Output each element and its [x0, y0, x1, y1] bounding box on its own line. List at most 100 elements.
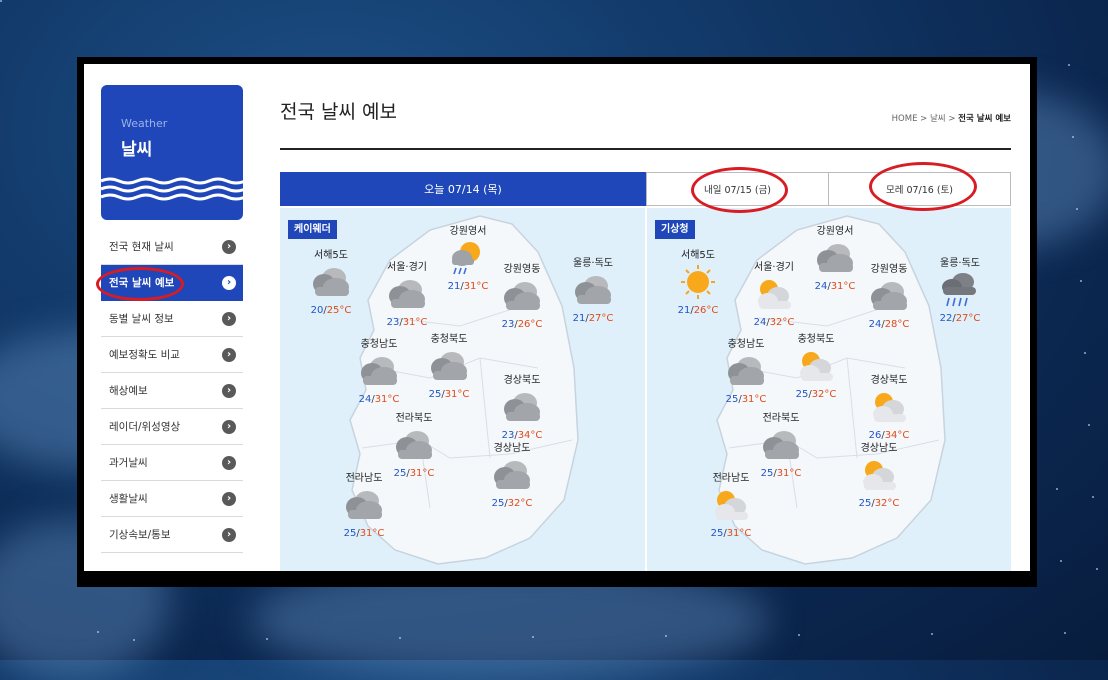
cloudy-icon — [344, 352, 414, 393]
cloudy-icon — [746, 426, 816, 467]
star — [1068, 64, 1070, 66]
sidebar-item-past-weather[interactable]: 과거날씨 › — [101, 445, 243, 481]
sidebar-item-label: 동별 날씨 정보 — [109, 313, 174, 325]
city-forecast: 울릉·독도 22/27°C — [925, 254, 995, 324]
temp-max: 31°C — [830, 281, 856, 292]
cloudy-icon — [477, 456, 547, 497]
star — [665, 635, 667, 637]
region-name: 전라남도 — [345, 473, 383, 484]
sidebar-item-district-weather[interactable]: 동별 날씨 정보 › — [101, 301, 243, 337]
region-name: 서해5도 — [681, 250, 715, 261]
temp-min: 25 — [343, 528, 357, 539]
temperature: 20/25°C — [296, 305, 366, 316]
region-name: 경상북도 — [503, 375, 541, 386]
city-forecast: 경상북도 23/34°C — [487, 371, 557, 441]
temp-min: 25 — [710, 528, 724, 539]
tab-label: 오늘 07/14 (목) — [424, 183, 502, 196]
sidebar-item-weather-alerts[interactable]: 기상속보/통보 › — [101, 517, 243, 553]
weather-page: Weather 날씨 전국 현재 날씨 › 전국 날씨 예보 › 동별 날씨 정보 ›… — [84, 64, 1030, 571]
star — [1088, 424, 1090, 426]
cloudy-icon — [487, 388, 557, 429]
star — [1076, 208, 1078, 210]
temp-max: 32°C — [769, 317, 795, 328]
city-forecast: 경상북도 26/34°C — [854, 371, 924, 441]
chevron-right-icon: › — [222, 275, 236, 290]
city-forecast: 강원영동 23/26°C — [487, 260, 557, 330]
region-name: 경상남도 — [860, 443, 898, 454]
city-forecast: 충청북도 25/31°C — [414, 330, 484, 400]
region-name: 강원영서 — [816, 226, 854, 237]
star — [1064, 632, 1066, 634]
sidebar-item-label: 예보정확도 비교 — [109, 349, 180, 361]
temperature: 23/26°C — [487, 319, 557, 330]
city-forecast: 서울·경기 24/32°C — [739, 258, 809, 328]
breadcrumb-separator: > — [948, 114, 956, 124]
chevron-right-icon: › — [222, 347, 236, 362]
temperature: 25/31°C — [711, 394, 781, 405]
city-forecast: 강원영동 24/28°C — [854, 260, 924, 330]
temp-max: 31°C — [409, 468, 435, 479]
forecast-panel-kma: 기상청 서해5도 21/26°C 서울·경기 24/32°C 강원영서 24/31°C 강원… — [647, 208, 1011, 571]
sidebar-item-label: 전국 현재 날씨 — [109, 241, 174, 253]
region-name: 충청북도 — [430, 334, 468, 345]
temperature: 23/31°C — [372, 317, 442, 328]
region-name: 충청남도 — [727, 339, 765, 350]
tab-today[interactable]: 오늘 07/14 (목) — [280, 172, 646, 206]
temp-max: 27°C — [955, 313, 981, 324]
temp-max: 27°C — [588, 313, 614, 324]
temp-max: 25°C — [326, 305, 352, 316]
sidebar-item-marine-forecast[interactable]: 해상예보 › — [101, 373, 243, 409]
temp-min: 25 — [858, 498, 872, 509]
temp-max: 31°C — [741, 394, 767, 405]
temp-max: 28°C — [884, 319, 910, 330]
region-name: 강원영동 — [870, 264, 908, 275]
city-forecast: 전라남도 25/31°C — [696, 469, 766, 539]
breadcrumb-weather[interactable]: 날씨 — [930, 114, 946, 124]
forecast-panel-kweather: 케이웨더 서해5도 20/25°C 서울·경기 23/31°C 강원영서 21/31°C 강… — [280, 208, 645, 571]
temp-max: 31°C — [402, 317, 428, 328]
region-name: 강원영서 — [449, 226, 487, 237]
sidebar-item-accuracy-compare[interactable]: 예보정확도 비교 › — [101, 337, 243, 373]
temp-max: 31°C — [359, 528, 385, 539]
star — [1096, 568, 1098, 570]
chevron-right-icon: › — [222, 455, 236, 470]
sidebar-item-label: 생활날씨 — [109, 493, 148, 505]
region-name: 울릉·독도 — [940, 258, 980, 269]
temp-min: 24 — [753, 317, 767, 328]
region-name: 전라북도 — [395, 413, 433, 424]
breadcrumb: HOME > 날씨 > 전국 날씨 예보 — [892, 112, 1011, 124]
sidebar-item-label: 레이더/위성영상 — [109, 421, 181, 433]
city-forecast: 충청남도 24/31°C — [344, 335, 414, 405]
sidebar-item-label: 기상속보/통보 — [109, 529, 171, 541]
partly-cloudy-icon — [696, 486, 766, 527]
brand-title-en: Weather — [121, 117, 168, 130]
region-name: 울릉·독도 — [573, 258, 613, 269]
temp-max: 32°C — [811, 389, 837, 400]
wave-icon — [101, 177, 243, 201]
breadcrumb-home[interactable]: HOME — [892, 114, 918, 124]
highlight-ring — [691, 167, 788, 213]
sidebar-item-current-weather[interactable]: 전국 현재 날씨 › — [101, 229, 243, 265]
cloudy-icon — [379, 426, 449, 467]
sun-icon — [663, 263, 733, 304]
city-forecast: 울릉·독도 21/27°C — [558, 254, 628, 324]
region-name: 서울·경기 — [387, 262, 427, 273]
city-forecast: 서해5도 21/26°C — [663, 246, 733, 316]
region-name: 충청남도 — [360, 339, 398, 350]
star — [1084, 352, 1086, 354]
sidebar-item-living-weather[interactable]: 생활날씨 › — [101, 481, 243, 517]
star — [97, 631, 99, 633]
provider-tag: 케이웨더 — [288, 220, 337, 239]
brand-title: 날씨 — [121, 140, 153, 160]
sidebar-item-radar-satellite[interactable]: 레이더/위성영상 › — [101, 409, 243, 445]
chevron-right-icon: › — [222, 311, 236, 326]
temp-min: 21 — [677, 305, 691, 316]
temperature: 21/26°C — [663, 305, 733, 316]
star — [798, 634, 800, 636]
temp-min: 23 — [386, 317, 400, 328]
temperature: 25/31°C — [696, 528, 766, 539]
cloudy-icon — [558, 271, 628, 312]
star — [266, 638, 268, 640]
temp-max: 32°C — [507, 498, 533, 509]
temp-max: 26°C — [517, 319, 543, 330]
